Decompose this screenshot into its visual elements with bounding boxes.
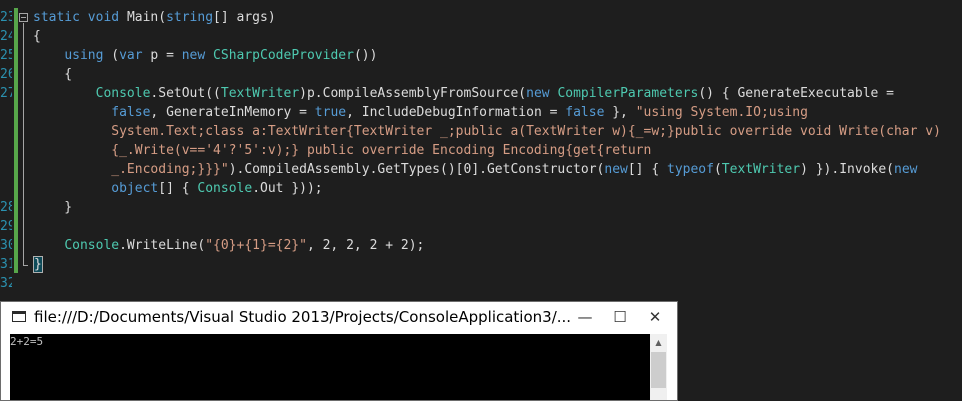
code-token: typeof (667, 162, 714, 177)
fold-guide-end (23, 265, 28, 266)
code-token: } (33, 256, 43, 273)
code-token: p = (142, 48, 182, 63)
code-line[interactable]: Console.WriteLine("{0}+{1}={2}", 2, 2, 2… (33, 236, 424, 255)
code-token: string (166, 10, 214, 25)
code-token: () { GenerateExecutable = (698, 86, 895, 101)
code-token: true (314, 105, 347, 120)
console-vertical-scrollbar[interactable]: ▲ (650, 334, 667, 400)
code-line[interactable]: {_.Write(v=='4'?'5':v);} public override… (33, 141, 651, 160)
fold-guide-line (23, 23, 24, 265)
code-line[interactable]: } (33, 255, 43, 274)
code-token: { (33, 67, 73, 82)
code-token: false (565, 105, 605, 120)
code-line[interactable]: using (var p = new CSharpCodeProvider()) (33, 46, 377, 65)
code-line[interactable]: System.Text;class a:TextWriter{TextWrite… (33, 122, 941, 141)
code-token: { (33, 29, 41, 44)
code-line[interactable]: { (33, 65, 72, 84)
code-token: void (87, 10, 127, 25)
code-line[interactable]: Console.SetOut((TextWriter)p.CompileAsse… (33, 84, 894, 103)
code-token: .SetOut(( (150, 86, 221, 101)
code-token: ( (103, 48, 120, 63)
code-token: [] { (158, 181, 198, 196)
code-token: , IncludeDebugInformation = (346, 105, 566, 120)
code-token: CSharpCodeProvider (213, 48, 354, 63)
console-app-icon[interactable] (12, 311, 26, 322)
console-output-area[interactable]: 2+2=5 (10, 334, 650, 400)
code-token: Main( (126, 10, 167, 25)
code-token: , 2, 2, 2 + 2); (306, 238, 425, 253)
code-token: new (894, 162, 918, 177)
line-number: 32 (0, 276, 12, 291)
console-title-bar[interactable]: file:///D:/Documents/Visual Studio 2013/… (1, 302, 677, 333)
line-number: 25 (0, 48, 12, 63)
code-token: ).CompiledAssembly.GetTypes()[0].GetCons… (228, 162, 605, 177)
close-button[interactable]: ✕ (643, 306, 667, 328)
code-token: }, (604, 105, 636, 120)
code-token: new (181, 48, 206, 63)
scroll-up-arrow-icon[interactable]: ▲ (650, 334, 667, 351)
scrollbar-thumb[interactable] (651, 352, 666, 388)
code-token: using (64, 48, 104, 63)
code-token: {_.Write(v=='4'?'5':v);} public override… (111, 143, 652, 158)
code-token: CompilerParameters (557, 86, 699, 101)
code-token: Console (95, 86, 151, 101)
code-token: ) }).Invoke( (800, 162, 894, 177)
maximize-button[interactable]: ☐ (608, 306, 632, 328)
code-line[interactable]: false, GenerateInMemory = true, IncludeD… (33, 103, 808, 122)
console-window-title: file:///D:/Documents/Visual Studio 2013/… (34, 308, 572, 326)
code-token: "{0}+{1}={2}" (205, 238, 307, 253)
code-line[interactable]: _.Encoding;}}}").CompiledAssembly.GetTyp… (33, 160, 917, 179)
code-token: TextWriter (721, 162, 801, 177)
code-token: static (33, 10, 88, 25)
collapse-method-icon[interactable] (19, 13, 28, 22)
console-output-text: 2+2=5 (10, 335, 44, 348)
code-token: TextWriter (220, 86, 300, 101)
change-tracking-bar (14, 8, 18, 273)
minimize-button[interactable]: — (573, 306, 597, 328)
line-number: 24 (0, 29, 12, 44)
line-number: 27 (0, 86, 12, 101)
code-token: .Out })); (252, 181, 323, 196)
code-token: Console (64, 238, 120, 253)
line-number: 28 (0, 200, 12, 215)
code-token: } (33, 200, 73, 215)
code-token: ( (713, 162, 722, 177)
line-number: 31 (0, 257, 12, 272)
code-token: Console (197, 181, 253, 196)
code-token: System.Text;class a:TextWriter{TextWrite… (111, 124, 941, 139)
code-token: )p.CompileAssemblyFromSource( (299, 86, 527, 101)
code-line[interactable]: object[] { Console.Out })); (33, 179, 323, 198)
code-line[interactable]: { (33, 27, 41, 46)
code-token: _.Encoding;}}}" (111, 162, 229, 177)
code-token: [] { (627, 162, 667, 177)
code-token: false (111, 105, 151, 120)
code-token: var (119, 48, 143, 63)
line-number: 30 (0, 238, 12, 253)
code-token: [] args) (213, 10, 276, 25)
console-window[interactable]: file:///D:/Documents/Visual Studio 2013/… (0, 301, 678, 401)
line-number: 26 (0, 67, 12, 82)
code-token: ()) (353, 48, 378, 63)
line-number: 29 (0, 219, 12, 234)
code-token: "using System.IO;using (635, 105, 808, 120)
code-token: new (526, 86, 550, 101)
code-line[interactable]: } (33, 198, 72, 217)
code-token: .WriteLine( (119, 238, 206, 253)
code-token: , GenerateInMemory = (150, 105, 315, 120)
code-token: new (604, 162, 628, 177)
line-number: 23 (0, 10, 12, 25)
code-token: object (111, 181, 159, 196)
code-line[interactable]: static void Main(string[] args) (33, 8, 276, 27)
